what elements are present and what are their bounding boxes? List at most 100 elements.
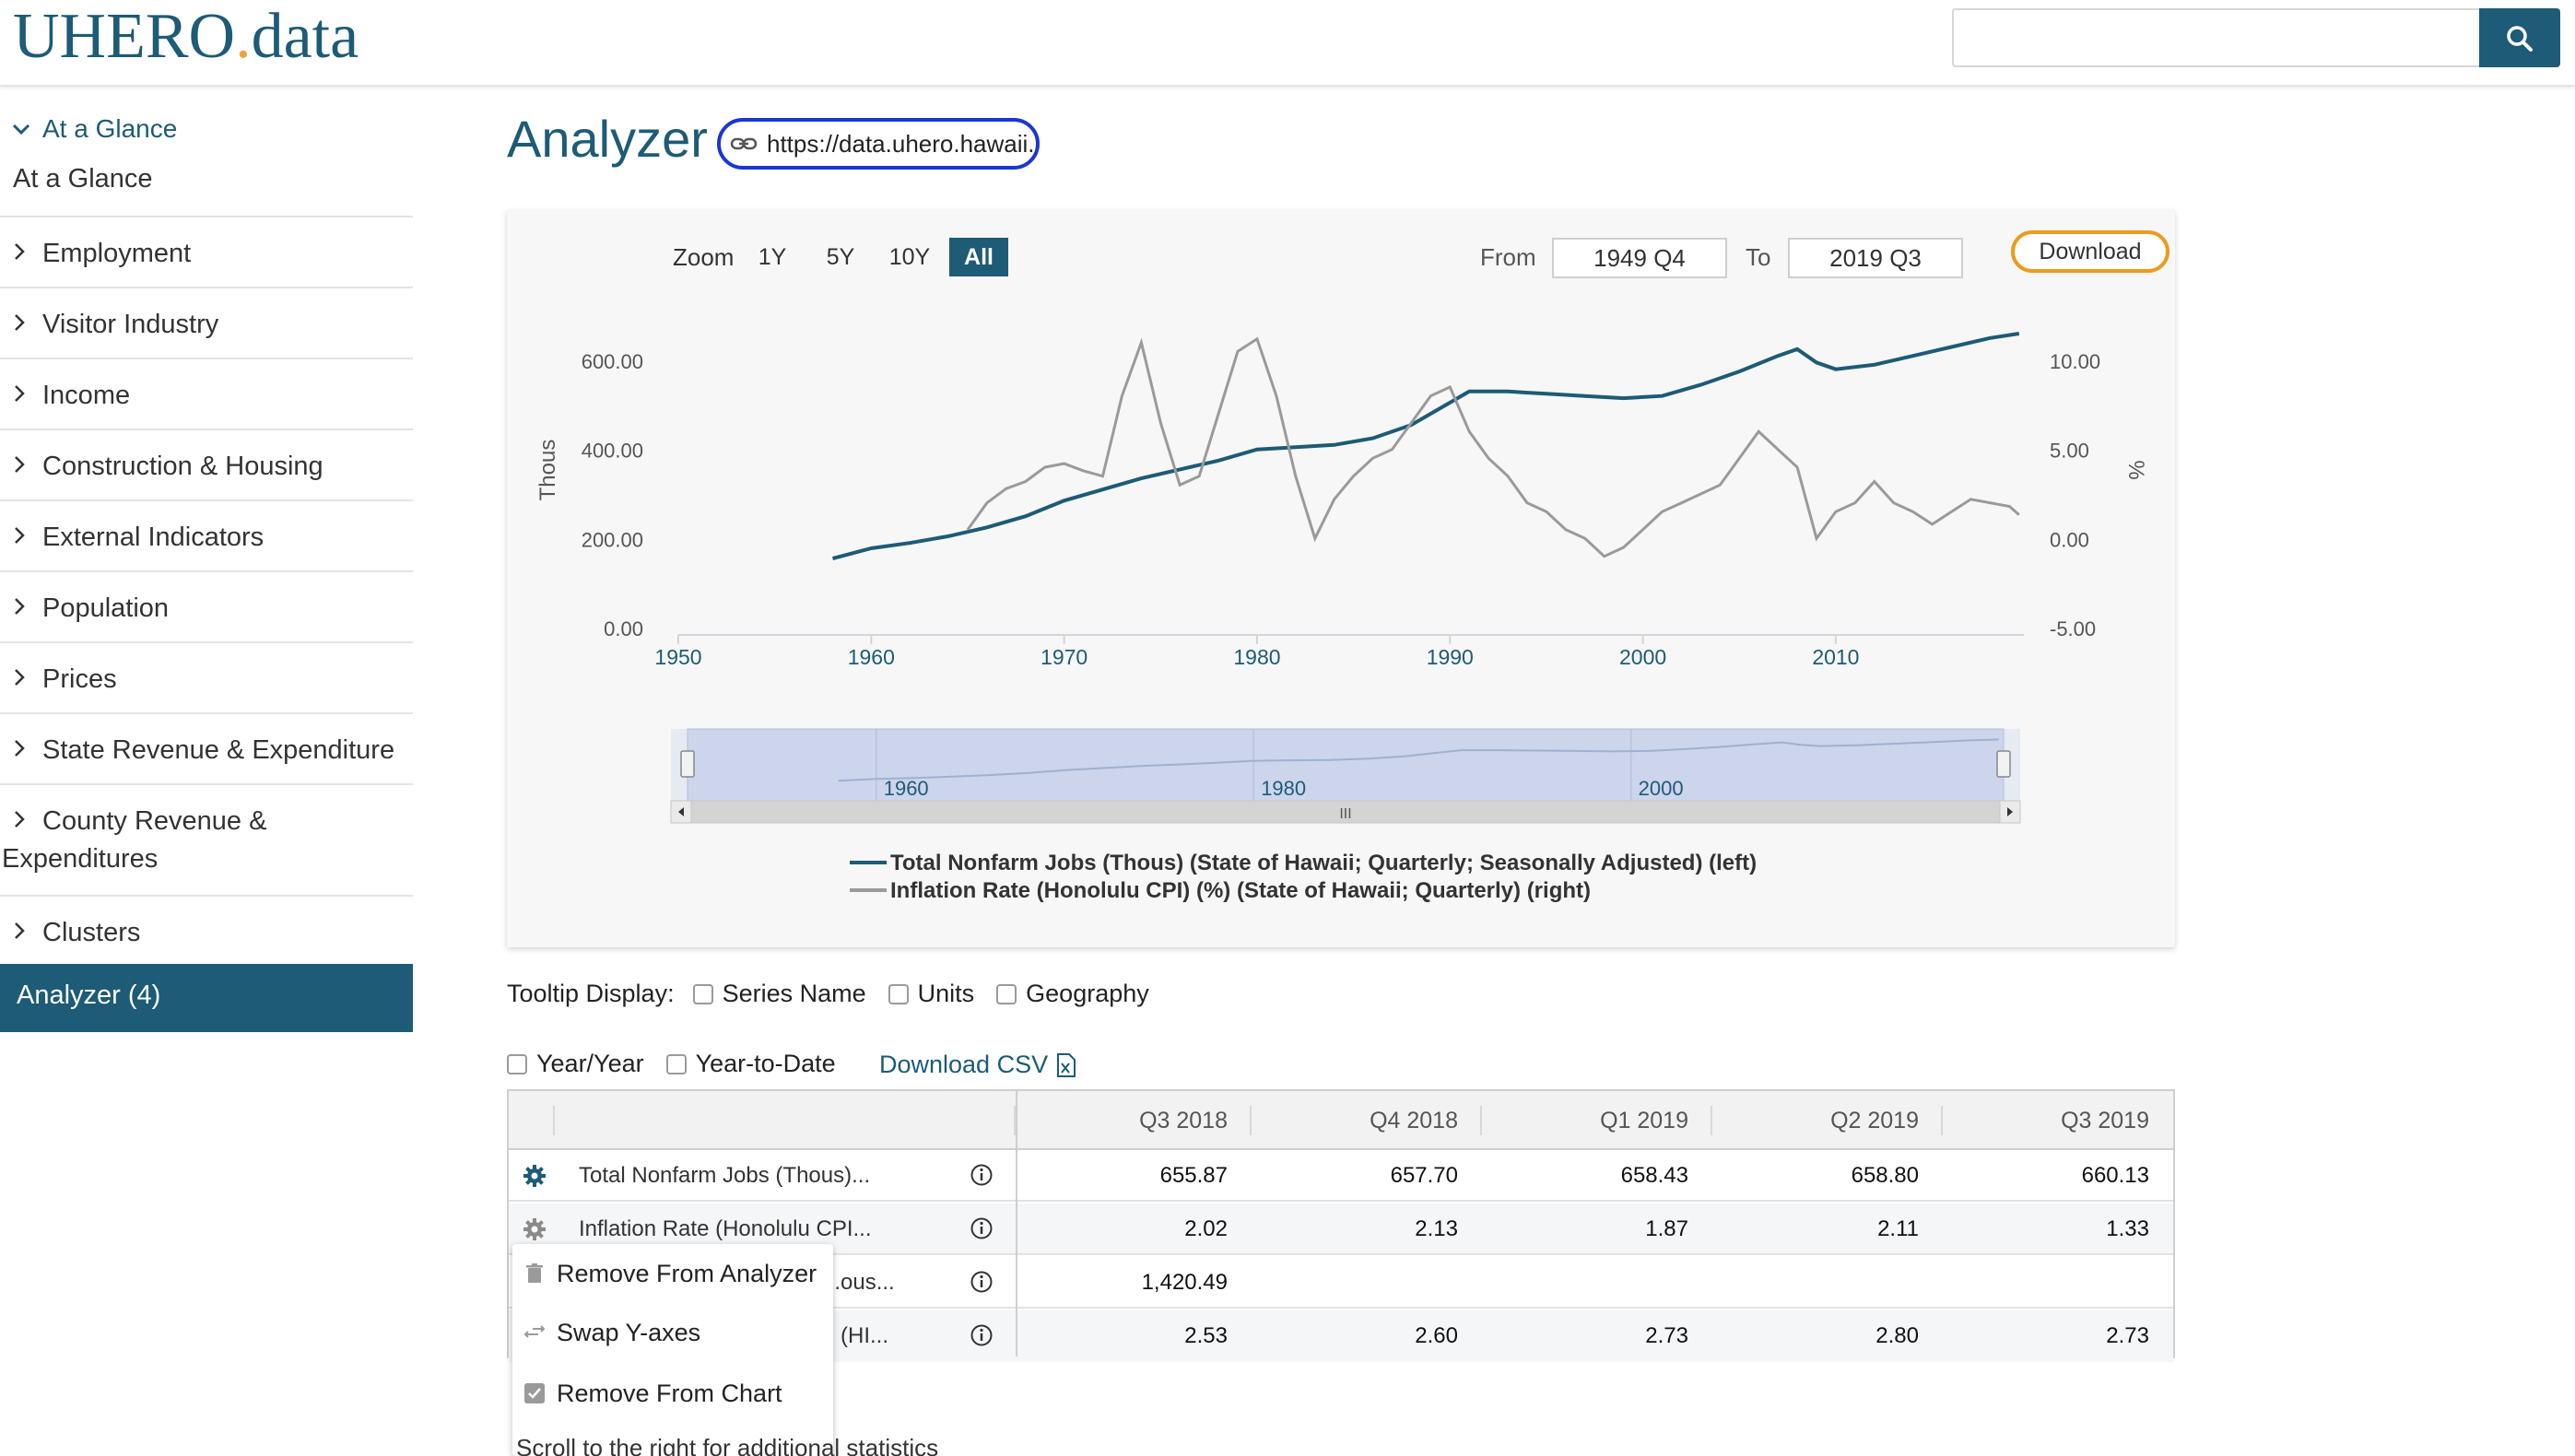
swap-y-axes-item[interactable]: Swap Y-axes bbox=[512, 1307, 833, 1358]
sidebar-item-population[interactable]: Population bbox=[0, 570, 413, 641]
menu-item-label: Remove From Chart bbox=[557, 1379, 782, 1407]
chevron-right-icon bbox=[15, 314, 25, 331]
header-divider bbox=[1941, 1106, 1943, 1135]
navigator-right-handle[interactable] bbox=[1996, 750, 2011, 778]
x-tick-label: 1990 bbox=[1427, 645, 1474, 669]
tooltip-display-row: Tooltip Display: Series Name Units Geogr… bbox=[507, 980, 1149, 1008]
series-name-cell: Total Nonfarm Jobs (Thous)... bbox=[579, 1163, 871, 1188]
sidebar-item-county-revenue[interactable]: County Revenue & Expenditures bbox=[0, 783, 413, 895]
sidebar-item-label: Prices bbox=[42, 664, 117, 694]
value-cell: 658.43 bbox=[1620, 1163, 1688, 1188]
y-right-tick-label: -5.00 bbox=[2050, 617, 2096, 640]
chevron-right-icon bbox=[15, 922, 25, 939]
series-context-menu: Remove From Analyzer Swap Y-axes Remove … bbox=[512, 1244, 833, 1456]
geography-checkbox[interactable] bbox=[996, 983, 1017, 1004]
info-icon[interactable] bbox=[970, 1216, 994, 1240]
sidebar-item-analyzer[interactable]: Analyzer (4) bbox=[0, 964, 413, 1032]
chevron-right-icon bbox=[15, 740, 25, 757]
checkbox-checked-icon bbox=[524, 1383, 545, 1403]
value-cell: 1.33 bbox=[2106, 1216, 2149, 1241]
sidebar-item-label: Income bbox=[42, 381, 131, 410]
sidebar-item-label: County Revenue & bbox=[42, 806, 267, 836]
site-header: UHERO.data bbox=[0, 0, 2575, 87]
navigator-left-handle[interactable] bbox=[680, 750, 695, 778]
search-input[interactable] bbox=[1952, 8, 2479, 67]
sidebar-item-label-line2: Expenditures bbox=[2, 844, 159, 874]
header-divider bbox=[553, 1106, 555, 1135]
series-name-checkbox[interactable] bbox=[692, 983, 713, 1004]
share-url-field[interactable] bbox=[717, 118, 1040, 170]
year-year-checkbox[interactable] bbox=[507, 1053, 527, 1074]
sidebar-item-employment[interactable]: Employment bbox=[0, 216, 413, 287]
remove-from-analyzer-item[interactable]: Remove From Analyzer bbox=[512, 1248, 833, 1299]
search-button[interactable] bbox=[2479, 8, 2560, 67]
legend-item[interactable]: Total Nonfarm Jobs (Thous) (State of Haw… bbox=[890, 851, 1757, 875]
trash-icon bbox=[526, 1263, 543, 1283]
y-left-tick-label: 200.00 bbox=[582, 528, 643, 551]
sidebar-section-toggle[interactable]: At a Glance bbox=[0, 107, 413, 151]
x-tick-label: 1950 bbox=[654, 645, 701, 669]
year-year-label: Year/Year bbox=[536, 1050, 644, 1077]
x-tick-label: 1980 bbox=[1233, 645, 1280, 669]
value-cell: 2.11 bbox=[1877, 1216, 1919, 1241]
units-checkbox[interactable] bbox=[888, 983, 909, 1004]
info-icon[interactable] bbox=[970, 1270, 994, 1294]
share-url-input[interactable] bbox=[767, 127, 1034, 160]
series-line-2 bbox=[966, 336, 2020, 558]
scroll-hint: Scroll to the right for additional stati… bbox=[516, 1434, 939, 1456]
menu-item-label: Remove From Analyzer bbox=[557, 1259, 817, 1287]
y-left-tick-label: 400.00 bbox=[582, 440, 643, 463]
legend-item[interactable]: Inflation Rate (Honolulu CPI) (%) (State… bbox=[890, 878, 1591, 903]
column-header: Q3 2018 bbox=[1139, 1108, 1228, 1133]
info-icon[interactable] bbox=[970, 1163, 994, 1187]
gear-icon[interactable] bbox=[522, 1216, 547, 1242]
column-header: Q2 2019 bbox=[1830, 1108, 1919, 1133]
y-left-tick-label: 600.00 bbox=[582, 350, 643, 373]
value-cell: 2.73 bbox=[2106, 1323, 2149, 1348]
sidebar-item-label: External Indicators bbox=[42, 523, 265, 552]
sidebar-item-construction-housing[interactable]: Construction & Housing bbox=[0, 429, 413, 499]
value-cell: 2.13 bbox=[1415, 1216, 1458, 1241]
column-header: Q3 2019 bbox=[2061, 1108, 2149, 1133]
series-name-cell: (HI... bbox=[841, 1323, 888, 1348]
year-to-date-checkbox[interactable] bbox=[665, 1053, 687, 1074]
sidebar-item-label: Population bbox=[42, 593, 170, 623]
navigator-tick-label: 1960 bbox=[884, 777, 929, 800]
download-csv-link[interactable]: Download CSV bbox=[879, 1051, 1048, 1079]
sidebar-item-visitor-industry[interactable]: Visitor Industry bbox=[0, 287, 413, 358]
sidebar-item-prices[interactable]: Prices bbox=[0, 641, 413, 712]
chevron-right-icon bbox=[15, 669, 25, 686]
scrollbar-grip: III bbox=[1339, 806, 1351, 822]
header-divider bbox=[1480, 1106, 1482, 1135]
table-row: Total Nonfarm Jobs (Thous)... 655.87 657… bbox=[509, 1150, 2173, 1202]
y-right-axis-title: % bbox=[2123, 460, 2148, 479]
sidebar-category-list: Employment Visitor Industry Income Const… bbox=[0, 216, 413, 966]
column-header: Q4 2018 bbox=[1370, 1108, 1458, 1133]
tooltip-display-label: Tooltip Display: bbox=[507, 980, 675, 1007]
remove-from-chart-item[interactable]: Remove From Chart bbox=[512, 1368, 833, 1419]
geography-label: Geography bbox=[1026, 980, 1149, 1007]
sidebar-item-label: Clusters bbox=[42, 918, 141, 947]
site-logo[interactable]: UHERO.data bbox=[13, 0, 359, 74]
sidebar-item-state-revenue[interactable]: State Revenue & Expenditure bbox=[0, 712, 413, 783]
info-icon[interactable] bbox=[970, 1323, 994, 1347]
chevron-right-icon bbox=[15, 598, 25, 615]
column-header: Q1 2019 bbox=[1600, 1108, 1688, 1133]
series-name-cell: Inflation Rate (Honolulu CPI... bbox=[579, 1216, 872, 1241]
sidebar-item-label: Construction & Housing bbox=[42, 452, 323, 481]
gear-icon[interactable] bbox=[522, 1163, 547, 1189]
sidebar-item-at-a-glance[interactable]: At a Glance bbox=[13, 164, 153, 194]
menu-item-label: Swap Y-axes bbox=[557, 1318, 701, 1346]
x-tick-label: 2000 bbox=[1619, 645, 1666, 669]
x-tick-label: 1960 bbox=[848, 645, 895, 669]
year-to-date-label: Year-to-Date bbox=[695, 1050, 836, 1077]
csv-file-icon[interactable] bbox=[1056, 1052, 1076, 1078]
value-cell: 2.02 bbox=[1184, 1216, 1228, 1241]
sidebar-item-external-indicators[interactable]: External Indicators bbox=[0, 499, 413, 570]
sidebar-item-clusters[interactable]: Clusters bbox=[0, 895, 413, 966]
navigator-tick-label: 2000 bbox=[1639, 777, 1684, 800]
sidebar-item-income[interactable]: Income bbox=[0, 358, 413, 429]
value-cell: 660.13 bbox=[2081, 1163, 2149, 1188]
swap-arrows-icon bbox=[523, 1325, 546, 1338]
value-cell: 657.70 bbox=[1390, 1163, 1458, 1188]
